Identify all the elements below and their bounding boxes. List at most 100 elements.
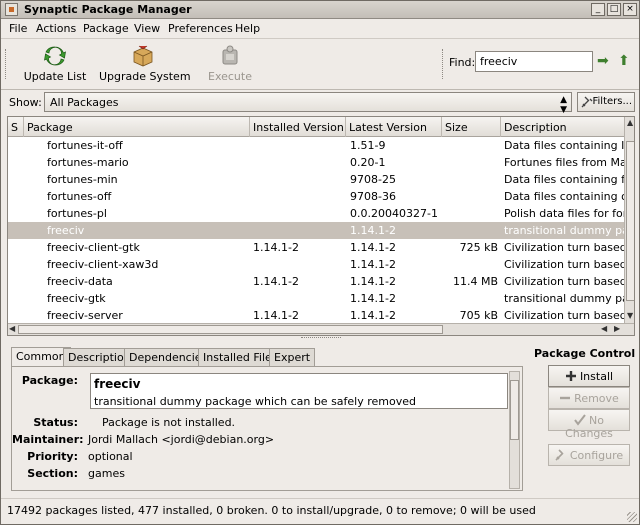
updown-arrows-icon: ▲ ▼	[560, 95, 567, 115]
execute-gears-icon	[222, 45, 238, 65]
show-select[interactable]: All Packages ▲ ▼	[44, 92, 572, 115]
install-label: Install	[579, 370, 614, 383]
package-name-cell: fortunes-mario	[47, 156, 129, 169]
toolbar: Update List Upgrade System Execute Find:…	[1, 39, 639, 90]
package-row[interactable]: fortunes-off 9708-36 Data files containing…	[8, 188, 624, 205]
find-next-arrow-icon[interactable]: ➡	[597, 53, 611, 69]
package-name-cell: fortunes-pl	[47, 207, 107, 220]
package-name-cell: freeciv-client-gtk	[47, 241, 140, 254]
no-changes-label: No Changes	[565, 414, 613, 440]
pane-splitter[interactable]	[301, 337, 341, 341]
package-label: Package:	[21, 374, 78, 387]
menu-file[interactable]: File	[9, 22, 27, 35]
scroll-left-icon[interactable]: ◀	[601, 324, 607, 333]
checkmark-icon	[574, 414, 586, 426]
update-list-label: Update List	[23, 70, 87, 83]
menu-package[interactable]: Package	[83, 22, 129, 35]
package-name-cell: fortunes-off	[47, 190, 112, 203]
execute-label: Execute	[208, 70, 252, 83]
remove-button[interactable]: Remove	[548, 387, 630, 409]
package-row[interactable]: fortunes-it-off 1.51-9 Data files containi…	[8, 137, 624, 154]
column-size[interactable]: Size	[442, 117, 501, 137]
size-cell: 725 kB	[459, 241, 498, 254]
package-row[interactable]: freeciv-gtk 1.14.1-2 transitional dummy pa…	[8, 290, 624, 307]
filters-button[interactable]: Filters...	[577, 92, 635, 112]
details-vscrollbar[interactable]	[509, 371, 520, 489]
details-vscroll-thumb[interactable]	[510, 380, 519, 440]
column-description[interactable]: Description	[501, 117, 624, 137]
package-row[interactable]: freeciv-server 1.14.1-2 1.14.1-2 705 kB Civi…	[8, 307, 624, 323]
menu-help[interactable]: Help	[235, 22, 260, 35]
find-grip[interactable]	[442, 49, 445, 79]
status-value: Package is not installed.	[102, 416, 236, 429]
scroll-right-icon[interactable]: ▶	[614, 324, 620, 333]
tab-common[interactable]: Common	[11, 347, 71, 366]
package-row[interactable]: freeciv 1.14.1-2 transitional dummy pack	[8, 222, 624, 239]
package-control-title: Package Control	[534, 347, 636, 360]
package-rows: fortunes-it-off 1.51-9 Data files containi…	[8, 137, 624, 323]
menu-view[interactable]: View	[134, 22, 160, 35]
no-changes-button[interactable]: No Changes	[548, 409, 630, 440]
column-latest-version[interactable]: Latest Version	[346, 117, 442, 137]
configure-label: Configure	[569, 449, 624, 462]
package-row[interactable]: freeciv-data 1.14.1-2 1.14.1-2 11.4 MB Civil…	[8, 273, 624, 290]
maximize-icon[interactable]: □	[607, 3, 621, 16]
maintainer-value: Jordi Mallach <jordi@debian.org>	[88, 433, 275, 446]
latest-version-cell: 0.0.20040327-1	[350, 207, 438, 220]
package-row[interactable]: fortunes-min 9708-25 Data files containing…	[8, 171, 624, 188]
scroll-down-icon[interactable]: ▼	[627, 311, 633, 320]
package-row[interactable]: freeciv-client-xaw3d 1.14.1-2 Civilization…	[8, 256, 624, 273]
minimize-icon[interactable]: _	[591, 3, 605, 16]
description-cell: Civilization turn based st	[504, 309, 624, 322]
column-installed-version[interactable]: Installed Version	[250, 117, 346, 137]
priority-label: Priority:	[27, 450, 78, 463]
find-input[interactable]	[475, 51, 593, 72]
package-list: S Package Installed Version Latest Versi…	[7, 116, 635, 336]
update-list-button[interactable]: Update List	[23, 41, 87, 87]
installed-version-cell: 1.14.1-2	[253, 309, 299, 322]
package-name-cell: fortunes-it-off	[47, 139, 123, 152]
description-cell: Data files containing fort	[504, 173, 624, 186]
package-name: freeciv	[94, 377, 141, 391]
plus-icon	[565, 371, 576, 381]
show-bar: Show: All Packages ▲ ▼ Filters...	[1, 90, 639, 115]
menu-actions[interactable]: Actions	[36, 22, 76, 35]
column-package[interactable]: Package	[24, 117, 250, 137]
latest-version-cell: 1.14.1-2	[350, 258, 396, 271]
configure-button[interactable]: Configure	[548, 444, 630, 466]
scroll-left-icon[interactable]: ◀	[9, 324, 15, 333]
package-list-hscroll-thumb[interactable]	[18, 325, 443, 334]
execute-button[interactable]: Execute	[205, 41, 255, 87]
menu-preferences[interactable]: Preferences	[168, 22, 233, 35]
package-list-hscrollbar[interactable]: ◀ ◀ ▶	[8, 323, 634, 335]
package-name-cell: freeciv-client-xaw3d	[47, 258, 159, 271]
upgrade-system-button[interactable]: Upgrade System	[99, 41, 191, 87]
package-list-vscrollbar[interactable]: ▲ ▼	[624, 117, 634, 323]
package-row[interactable]: fortunes-mario 0.20-1 Fortunes files from …	[8, 154, 624, 171]
latest-version-cell: 1.14.1-2	[350, 309, 396, 322]
package-description-box: freeciv transitional dummy package which…	[90, 373, 508, 409]
latest-version-cell: 0.20-1	[350, 156, 386, 169]
description-cell: Civilization turn based st	[504, 258, 624, 271]
package-row[interactable]: fortunes-pl 0.0.20040327-1 Polish data fil…	[8, 205, 624, 222]
show-selected-value: All Packages	[50, 96, 119, 109]
latest-version-cell: 1.14.1-2	[350, 292, 396, 305]
resize-grip[interactable]	[627, 512, 637, 522]
package-list-header: S Package Installed Version Latest Versi…	[8, 117, 624, 137]
column-status[interactable]: S	[8, 117, 24, 137]
close-icon[interactable]: ×	[623, 3, 637, 16]
tab-expert[interactable]: Expert	[269, 348, 316, 366]
remove-label: Remove	[574, 392, 619, 405]
package-row[interactable]: freeciv-client-gtk 1.14.1-2 1.14.1-2 725 kB…	[8, 239, 624, 256]
find-up-arrow-icon[interactable]: ⬆	[618, 53, 632, 69]
latest-version-cell: 1.51-9	[350, 139, 386, 152]
scroll-up-icon[interactable]: ▲	[627, 118, 633, 127]
install-button[interactable]: Install	[548, 365, 630, 387]
filters-label: Filters...	[592, 96, 632, 107]
description-cell: Data files containing Itali	[504, 139, 624, 152]
title-bar[interactable]: Synaptic Package Manager _ □ ×	[1, 1, 639, 19]
description-cell: transitional dummy pack	[504, 224, 624, 237]
main-window: Synaptic Package Manager _ □ × File Acti…	[0, 0, 640, 525]
toolbar-grip[interactable]	[5, 49, 8, 79]
package-list-vscroll-thumb[interactable]	[626, 141, 634, 301]
